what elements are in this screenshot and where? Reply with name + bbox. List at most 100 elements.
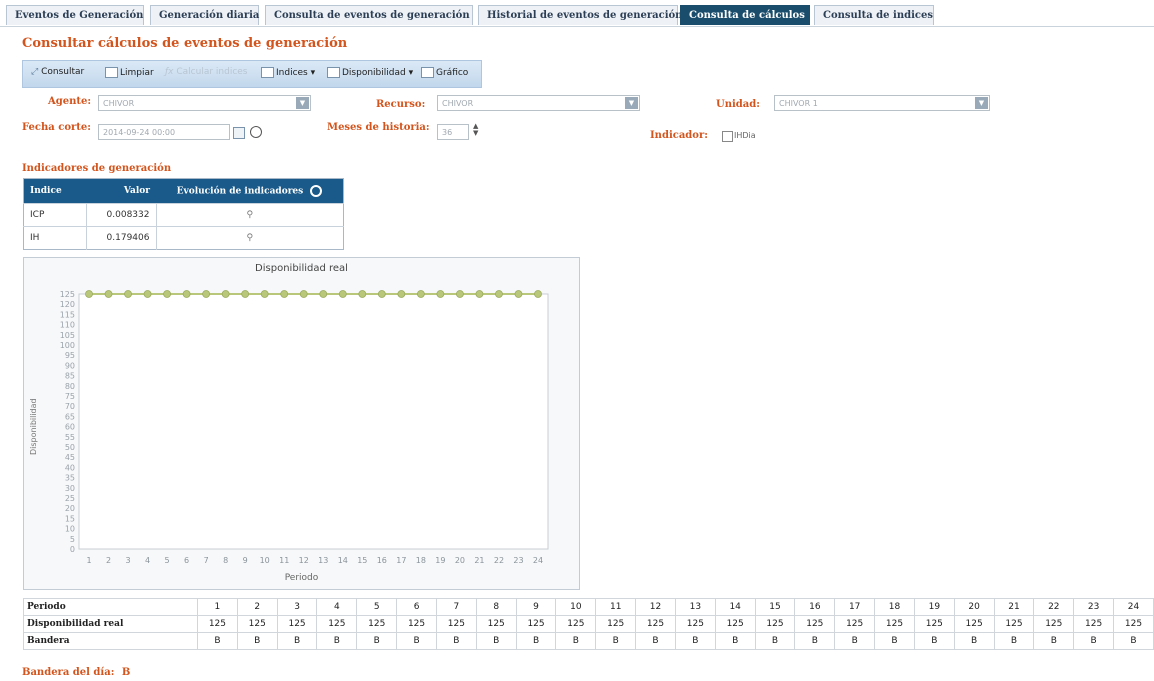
tab-historial-eventos[interactable]: Historial de eventos de generación bbox=[478, 5, 682, 25]
periodo-cell: 9 bbox=[515, 598, 557, 616]
periodo-cell: 21 bbox=[993, 598, 1035, 616]
y-tick-label: 120 bbox=[60, 300, 75, 309]
consultar-button[interactable]: ⤢ Consultar bbox=[31, 67, 84, 77]
data-point bbox=[182, 290, 191, 298]
unidad-value: CHIVOR 1 bbox=[779, 99, 818, 108]
valor-header: Valor bbox=[86, 178, 156, 204]
periodo-cell: 5 bbox=[356, 598, 398, 616]
bandera-cell: B bbox=[276, 632, 318, 650]
x-tick-label: 1 bbox=[86, 556, 91, 565]
indices-icon bbox=[261, 67, 274, 78]
clock-icon[interactable] bbox=[250, 126, 262, 138]
x-tick-label: 5 bbox=[165, 556, 170, 565]
disponibilidad-cell: 125 bbox=[475, 615, 517, 633]
data-point bbox=[299, 290, 308, 298]
y-tick-label: 0 bbox=[70, 545, 75, 554]
bandera-cell: B bbox=[1113, 632, 1154, 650]
tab-generacion-diaria[interactable]: Generación diaria bbox=[150, 5, 259, 25]
periodo-cell: 13 bbox=[674, 598, 716, 616]
grafico-button[interactable]: Gráfico bbox=[421, 67, 468, 78]
ihdia-checkbox-label: IHDia bbox=[734, 131, 756, 140]
chart-x-axis-label: Periodo bbox=[284, 573, 319, 583]
periodo-cell: 7 bbox=[435, 598, 477, 616]
agente-value: CHIVOR bbox=[103, 99, 135, 108]
unidad-select[interactable]: CHIVOR 1 ▼ bbox=[774, 95, 990, 111]
bandera-cell: B bbox=[754, 632, 796, 650]
disponibilidad-dropdown-button[interactable]: Disponibilidad ▾ bbox=[327, 67, 413, 78]
y-tick-label: 90 bbox=[65, 361, 75, 370]
periodo-cell: 3 bbox=[276, 598, 318, 616]
tab-consulta-calculos[interactable]: Consulta de cálculos bbox=[680, 5, 810, 25]
indices-dropdown-button[interactable]: Indices ▾ bbox=[261, 67, 315, 78]
disponibilidad-cell: 125 bbox=[236, 615, 278, 633]
x-tick-label: 22 bbox=[494, 556, 504, 565]
disponibilidad-cell: 125 bbox=[754, 615, 796, 633]
calendar-icon[interactable] bbox=[233, 127, 245, 139]
x-tick-label: 4 bbox=[145, 556, 150, 565]
recurso-select[interactable]: CHIVOR ▼ bbox=[437, 95, 640, 111]
ihdia-checkbox[interactable] bbox=[722, 131, 733, 142]
x-tick-label: 21 bbox=[474, 556, 484, 565]
top-tabs: Eventos de Generación Generación diaria … bbox=[0, 0, 1154, 27]
search-icon[interactable] bbox=[310, 185, 323, 197]
disponibilidad-cell: 125 bbox=[316, 615, 358, 633]
fecha-corte-input[interactable]: 2014-09-24 00:00 bbox=[98, 124, 230, 140]
y-tick-label: 20 bbox=[65, 504, 75, 513]
data-point bbox=[338, 290, 347, 298]
bandera-cell: B bbox=[714, 632, 756, 650]
x-tick-label: 2 bbox=[106, 556, 111, 565]
periodo-cell: 14 bbox=[714, 598, 756, 616]
periodo-cell: 20 bbox=[953, 598, 995, 616]
x-tick-label: 16 bbox=[377, 556, 387, 565]
periodo-cell: 18 bbox=[874, 598, 915, 616]
disponibilidad-cell: 125 bbox=[276, 615, 318, 633]
calcular-indices-button[interactable]: ƒx Calcular indices bbox=[165, 67, 248, 77]
limpiar-button[interactable]: Limpiar bbox=[105, 67, 154, 78]
y-tick-label: 10 bbox=[65, 525, 75, 534]
disponibilidad-cell: 125 bbox=[1073, 615, 1115, 633]
link-icon[interactable]: ⚲ bbox=[246, 233, 253, 243]
bandera-row: Bandera BBBBBBBBBBBBBBBBBBBBBBBB bbox=[23, 632, 1154, 650]
bandera-cell: B bbox=[316, 632, 358, 650]
periodo-row-header: Periodo bbox=[23, 598, 198, 616]
chevron-down-icon[interactable]: ▼ bbox=[975, 97, 988, 109]
evolution-link-cell[interactable]: ⚲ bbox=[156, 203, 344, 227]
disponibilidad-cell: 125 bbox=[874, 615, 915, 633]
bandera-cell: B bbox=[356, 632, 398, 650]
meses-historia-input[interactable]: 36 bbox=[437, 124, 469, 140]
link-icon[interactable]: ⚲ bbox=[246, 210, 253, 220]
disponibilidad-cell: 125 bbox=[435, 615, 477, 633]
data-point bbox=[514, 290, 523, 298]
bandera-cell: B bbox=[475, 632, 517, 650]
meses-historia-value: 36 bbox=[442, 128, 453, 137]
disponibilidad-cell: 125 bbox=[515, 615, 557, 633]
y-tick-label: 85 bbox=[65, 372, 75, 381]
chevron-down-icon[interactable]: ▼ bbox=[625, 97, 638, 109]
calcular-indices-label: Calcular indices bbox=[176, 67, 248, 77]
data-point bbox=[163, 290, 171, 298]
tab-eventos-generacion[interactable]: Eventos de Generación bbox=[6, 5, 144, 25]
y-tick-label: 100 bbox=[60, 341, 75, 350]
evolution-link-cell[interactable]: ⚲ bbox=[156, 226, 344, 250]
y-tick-label: 115 bbox=[60, 310, 75, 319]
data-point bbox=[104, 290, 113, 298]
tab-consulta-indices[interactable]: Consulta de indices bbox=[814, 5, 934, 25]
y-tick-label: 55 bbox=[65, 433, 75, 442]
spinner-icon[interactable]: ▲ ▼ bbox=[473, 123, 478, 137]
agente-label: Agente: bbox=[48, 96, 92, 107]
periodo-cell: 12 bbox=[635, 598, 676, 616]
valor-cell: 0.179406 bbox=[86, 226, 157, 250]
disponibilidad-cell: 125 bbox=[555, 615, 597, 633]
indicador-label: Indicador: bbox=[650, 130, 708, 141]
indicators-title: Indicadores de generación bbox=[22, 163, 172, 174]
evolucion-header-label: Evolución de indicadores bbox=[176, 186, 304, 197]
data-point bbox=[202, 290, 211, 298]
indice-header: Indice bbox=[23, 178, 86, 204]
indice-cell: ICP bbox=[23, 203, 87, 227]
y-tick-label: 70 bbox=[65, 402, 75, 411]
agente-select[interactable]: CHIVOR ▼ bbox=[98, 95, 311, 111]
tab-consulta-eventos[interactable]: Consulta de eventos de generación bbox=[265, 5, 473, 25]
chevron-down-icon[interactable]: ▼ bbox=[296, 97, 309, 109]
unidad-label: Unidad: bbox=[716, 99, 760, 110]
bandera-cell: B bbox=[953, 632, 995, 650]
